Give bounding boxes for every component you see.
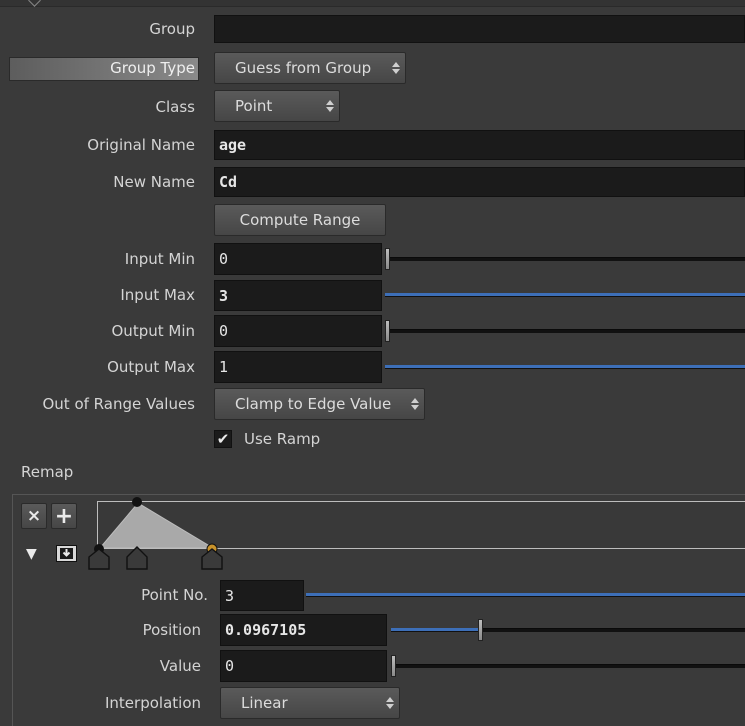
interpolation-menu[interactable]: Linear [220,687,400,719]
original-name-input[interactable]: age [214,130,745,160]
original-name-label: Original Name [87,136,195,154]
input-min-field[interactable]: 0 [214,243,382,275]
output-max-label: Output Max [107,358,195,376]
ramp-top-point-marker[interactable] [132,497,142,507]
position-label: Position [142,621,201,639]
group-type-label: Group Type [110,59,195,77]
point-no-label: Point No. [141,586,208,604]
value-slider[interactable] [391,655,745,677]
updown-arrow-icon [381,688,399,718]
remap-label: Remap [21,463,74,481]
output-max-slider[interactable] [385,356,745,378]
interpolation-value: Linear [241,694,288,712]
output-max-field[interactable]: 1 [214,351,382,383]
delete-key-button[interactable]: × [21,503,47,529]
ramp-key-2-marker[interactable] [124,542,150,570]
updown-arrow-icon [321,91,339,121]
new-name-label: New Name [113,173,195,191]
out-of-range-menu[interactable]: Clamp to Edge Value [214,388,425,420]
class-menu[interactable]: Point [214,90,340,122]
collapse-chevron-icon[interactable] [28,0,41,7]
ramp-curve-area[interactable] [97,501,745,549]
out-of-range-label: Out of Range Values [42,395,195,413]
input-max-slider[interactable] [385,284,745,306]
compute-range-button[interactable]: Compute Range [214,204,386,236]
output-min-label: Output Min [111,322,196,340]
ramp-key-1-marker[interactable] [86,542,112,570]
updown-arrow-icon [406,389,424,419]
point-no-field[interactable]: 3 [220,580,304,611]
group-type-value: Guess from Group [235,59,372,77]
out-of-range-value: Clamp to Edge Value [235,395,392,413]
position-field[interactable]: 0.0967105 [220,614,387,646]
output-min-field[interactable]: 0 [214,315,382,347]
group-type-menu[interactable]: Guess from Group [214,52,406,84]
group-input[interactable] [214,15,745,43]
group-label: Group [149,20,195,38]
class-label: Class [155,98,195,116]
input-min-label: Input Min [124,250,195,268]
input-max-field[interactable]: 3 [214,280,382,311]
collapse-triangle-icon[interactable]: ▼ [26,546,37,562]
output-min-slider[interactable] [385,320,745,342]
ramp-key-3-marker-selected[interactable] [199,542,225,570]
ramp-preset-icon[interactable] [56,545,77,562]
position-slider[interactable] [391,619,745,641]
use-ramp-label: Use Ramp [244,430,321,448]
header-strip [0,0,745,7]
new-name-input[interactable]: Cd [214,167,745,197]
interpolation-label: Interpolation [105,694,201,712]
add-key-button[interactable]: + [51,503,77,529]
point-no-slider[interactable] [306,584,745,606]
input-min-slider[interactable] [385,248,745,270]
updown-arrow-icon [387,53,405,83]
class-value: Point [235,97,273,115]
value-field[interactable]: 0 [220,650,387,682]
input-max-label: Input Max [120,286,195,304]
use-ramp-checkbox[interactable]: ✔ [214,430,232,448]
value-label: Value [159,657,201,675]
